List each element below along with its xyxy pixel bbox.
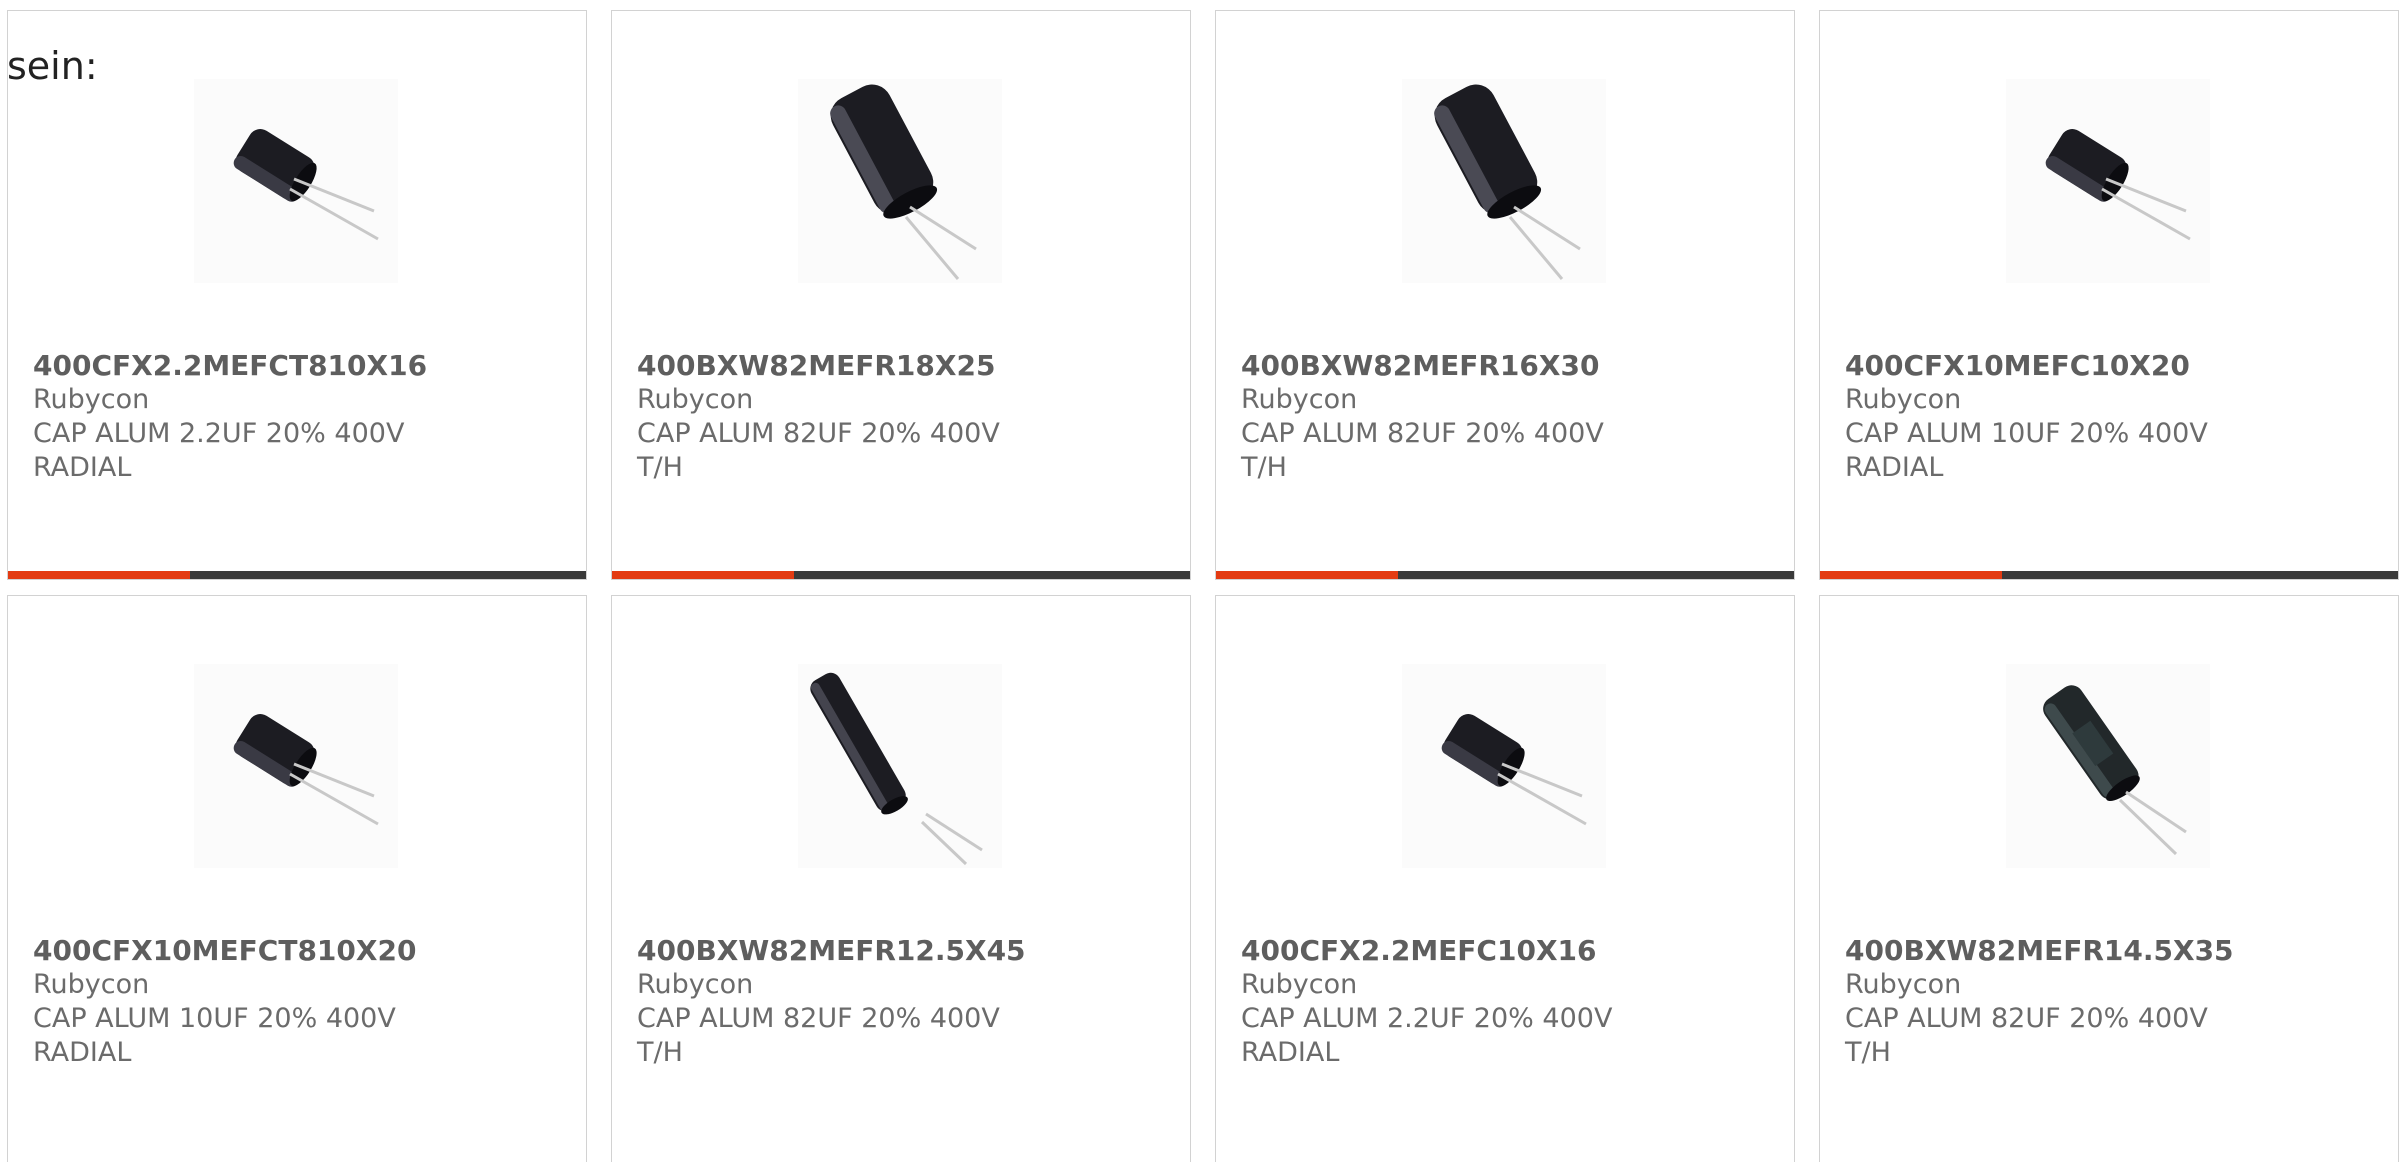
- description: CAP ALUM 2.2UF 20% 400V RADIAL: [1241, 1003, 1613, 1068]
- manufacturer: Rubycon: [1845, 384, 1962, 415]
- card-accent: [1216, 571, 1398, 579]
- manufacturer: Rubycon: [1241, 969, 1358, 1000]
- part-number-link[interactable]: 400CFX2.2MEFC10X16: [1241, 934, 1774, 968]
- description: CAP ALUM 82UF 20% 400V T/H: [637, 418, 1000, 483]
- capacitor-short-icon: [2045, 129, 2191, 241]
- product-image[interactable]: [798, 79, 1002, 283]
- product-card[interactable]: 400CFX2.2MEFCT810X16 Rubycon CAP ALUM 2.…: [7, 10, 587, 580]
- product-image[interactable]: [798, 664, 1002, 868]
- part-number-link[interactable]: 400BXW82MEFR18X25: [637, 349, 1170, 383]
- card-accent: [612, 571, 794, 579]
- part-number-link[interactable]: 400BXW82MEFR12.5X45: [637, 934, 1170, 968]
- manufacturer: Rubycon: [1845, 969, 1962, 1000]
- capacitor-short-icon: [233, 714, 379, 826]
- part-number-link[interactable]: 400BXW82MEFR16X30: [1241, 349, 1774, 383]
- card-footer-bar: [612, 571, 1190, 579]
- product-image[interactable]: [2006, 664, 2210, 868]
- card-footer-bar: [8, 571, 586, 579]
- description: CAP ALUM 10UF 20% 400V RADIAL: [33, 1003, 396, 1068]
- card-accent: [1820, 571, 2002, 579]
- product-card[interactable]: 400BXW82MEFR14.5X35 Rubycon CAP ALUM 82U…: [1819, 595, 2399, 1162]
- card-footer-bar: [1820, 571, 2398, 579]
- description: CAP ALUM 82UF 20% 400V T/H: [637, 1003, 1000, 1068]
- description: CAP ALUM 10UF 20% 400V RADIAL: [1845, 418, 2208, 483]
- product-card[interactable]: 400CFX10MEFCT810X20 Rubycon CAP ALUM 10U…: [7, 595, 587, 1162]
- capacitor-large-icon: [830, 84, 977, 280]
- capacitor-short-icon: [233, 129, 379, 241]
- part-number-link[interactable]: 400CFX10MEFC10X20: [1845, 349, 2378, 383]
- manufacturer: Rubycon: [637, 969, 754, 1000]
- manufacturer: Rubycon: [637, 384, 754, 415]
- card-footer-bar: [1216, 571, 1794, 579]
- capacitor-tall-icon: [810, 672, 983, 866]
- product-image[interactable]: [194, 664, 398, 868]
- product-card[interactable]: 400CFX10MEFC10X20 Rubycon CAP ALUM 10UF …: [1819, 10, 2399, 580]
- product-image[interactable]: [1402, 79, 1606, 283]
- intro-text: sein:: [7, 44, 98, 88]
- product-image[interactable]: [194, 79, 398, 283]
- card-accent: [8, 571, 190, 579]
- manufacturer: Rubycon: [1241, 384, 1358, 415]
- product-image[interactable]: [1402, 664, 1606, 868]
- description: CAP ALUM 82UF 20% 400V T/H: [1845, 1003, 2208, 1068]
- product-card[interactable]: 400CFX2.2MEFC10X16 Rubycon CAP ALUM 2.2U…: [1215, 595, 1795, 1162]
- part-number-link[interactable]: 400BXW82MEFR14.5X35: [1845, 934, 2378, 968]
- manufacturer: Rubycon: [33, 969, 150, 1000]
- part-number-link[interactable]: 400CFX2.2MEFCT810X16: [33, 349, 566, 383]
- capacitor-large-icon: [1434, 84, 1581, 280]
- capacitor-short-icon: [1441, 714, 1587, 826]
- description: CAP ALUM 2.2UF 20% 400V RADIAL: [33, 418, 405, 483]
- product-card[interactable]: 400BXW82MEFR12.5X45 Rubycon CAP ALUM 82U…: [611, 595, 1191, 1162]
- page: sein: 400CFX2.2MEFCT810X16 Rubycon CAP A…: [0, 0, 2400, 1162]
- manufacturer: Rubycon: [33, 384, 150, 415]
- capacitor-sleeved-icon: [2043, 685, 2187, 856]
- description: CAP ALUM 82UF 20% 400V T/H: [1241, 418, 1604, 483]
- product-grid: 400CFX2.2MEFCT810X16 Rubycon CAP ALUM 2.…: [7, 10, 2399, 1162]
- product-image[interactable]: [2006, 79, 2210, 283]
- product-card[interactable]: 400BXW82MEFR18X25 Rubycon CAP ALUM 82UF …: [611, 10, 1191, 580]
- part-number-link[interactable]: 400CFX10MEFCT810X20: [33, 934, 566, 968]
- product-card[interactable]: 400BXW82MEFR16X30 Rubycon CAP ALUM 82UF …: [1215, 10, 1795, 580]
